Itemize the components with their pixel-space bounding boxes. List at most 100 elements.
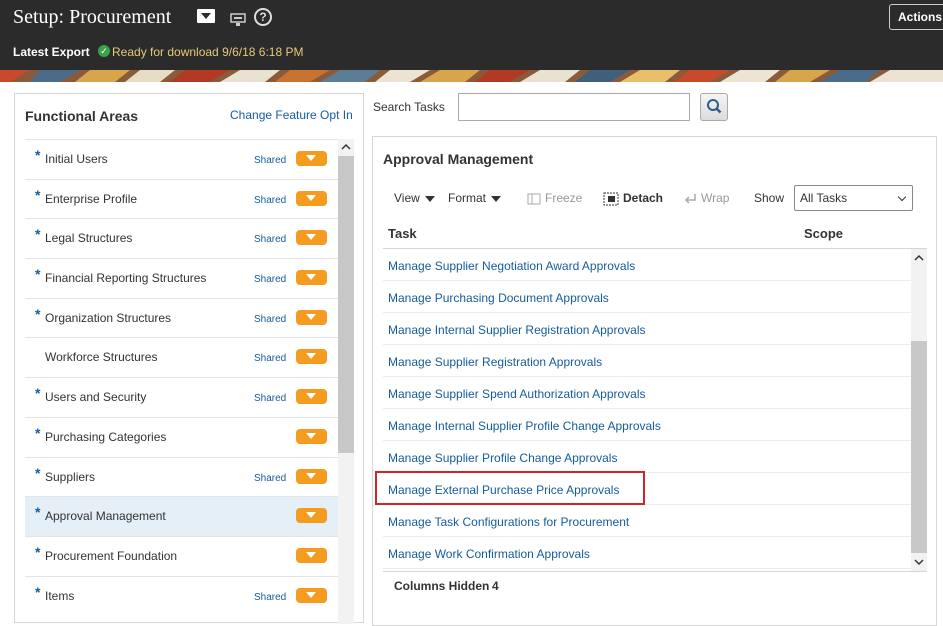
format-label: Format [448, 191, 487, 205]
required-indicator: * [35, 385, 41, 402]
chevron-down-icon [424, 195, 435, 202]
functional-areas-title: Functional Areas [25, 108, 139, 124]
functional-area-item[interactable]: * Procurement Foundation [25, 535, 338, 576]
functional-area-item[interactable]: * Legal Structures Shared [25, 218, 338, 258]
search-tasks-input[interactable] [458, 93, 690, 121]
shared-badge: Shared [254, 194, 287, 206]
actions-button[interactable]: Actions [889, 4, 943, 30]
required-indicator: * [35, 424, 41, 441]
task-link[interactable]: Manage Supplier Spend Authorization Appr… [388, 387, 646, 401]
title-dropdown-button[interactable] [197, 9, 215, 23]
show-label: Show [754, 191, 785, 205]
scrollbar-thumb[interactable] [911, 341, 927, 553]
required-indicator: * [35, 543, 41, 560]
table-footer: Columns Hidden 4 [383, 571, 927, 601]
area-actions-dropdown[interactable] [296, 587, 327, 603]
functional-area-label: Approval Management [45, 509, 166, 524]
task-link[interactable]: Manage Supplier Profile Change Approvals [388, 451, 617, 465]
columns-hidden-count: 4 [492, 579, 499, 593]
columns-hidden-label: Columns Hidden [394, 579, 490, 593]
freeze-icon [527, 193, 541, 205]
required-indicator: * [35, 583, 41, 600]
table-row: Manage Supplier Spend Authorization Appr… [383, 377, 911, 409]
freeze-label: Freeze [545, 191, 583, 205]
area-actions-dropdown[interactable] [296, 230, 327, 246]
check-icon: ✓ [98, 45, 110, 57]
detach-icon [603, 192, 619, 206]
shared-badge: Shared [254, 393, 287, 405]
task-link[interactable]: Manage Supplier Registration Approvals [388, 355, 602, 369]
wrap-icon [684, 193, 696, 204]
functional-area-item[interactable]: * Financial Reporting Structures Shared [25, 258, 338, 298]
scroll-up-icon[interactable] [341, 142, 351, 152]
functional-area-item[interactable]: * Purchasing Categories [25, 416, 338, 457]
area-actions-dropdown[interactable] [296, 151, 327, 166]
highlight-box [375, 471, 645, 505]
functional-area-item[interactable]: * Users and Security Shared [25, 377, 338, 417]
table-row: Manage Supplier Negotiation Award Approv… [383, 249, 911, 281]
table-row: Manage Internal Supplier Registration Ap… [383, 313, 911, 345]
column-header-task[interactable]: Task [388, 226, 417, 241]
scrollbar-thumb[interactable] [338, 156, 354, 453]
wrap-button[interactable]: Wrap [683, 191, 729, 205]
functional-area-label: Initial Users [45, 152, 108, 166]
export-status-link[interactable]: Ready for download 9/6/18 6:18 PM [112, 45, 303, 59]
task-link[interactable]: Manage Internal Supplier Profile Change … [388, 419, 661, 433]
scroll-up-icon[interactable] [911, 251, 927, 265]
column-header-scope[interactable]: Scope [804, 226, 843, 241]
required-indicator: * [35, 186, 41, 203]
table-body: Manage Supplier Negotiation Award Approv… [383, 249, 911, 571]
area-actions-dropdown[interactable] [296, 190, 327, 206]
table-toolbar: View Format Freeze Detach Wrap Show All … [383, 185, 923, 211]
functional-area-item[interactable]: Workforce Structures Shared [25, 337, 338, 377]
required-indicator: * [35, 464, 41, 481]
task-link[interactable]: Manage Internal Supplier Registration Ap… [388, 323, 645, 337]
task-link[interactable]: Manage Task Configurations for Procureme… [388, 515, 629, 529]
functional-area-label: Items [45, 588, 75, 603]
format-menu[interactable]: Format [448, 191, 502, 205]
required-indicator: * [35, 504, 41, 521]
area-actions-dropdown[interactable] [296, 468, 327, 484]
functional-area-label: Legal Structures [45, 231, 133, 246]
show-select[interactable]: All Tasks [794, 185, 913, 211]
area-actions-dropdown[interactable] [296, 389, 327, 405]
table-row: Manage Work Confirmation Approvals [383, 537, 911, 569]
search-icon [707, 99, 722, 114]
required-indicator: * [35, 266, 41, 283]
view-label: View [394, 191, 420, 205]
area-actions-dropdown[interactable] [296, 309, 327, 325]
help-icon[interactable]: ? [254, 8, 272, 26]
scroll-down-icon[interactable] [911, 555, 927, 569]
view-menu[interactable]: View [394, 191, 435, 205]
search-button[interactable] [700, 93, 728, 121]
area-actions-dropdown[interactable] [296, 428, 327, 444]
task-link[interactable]: Manage Supplier Negotiation Award Approv… [388, 259, 635, 273]
table-row: Manage Supplier Registration Approvals [383, 345, 911, 377]
notification-icon[interactable] [230, 13, 246, 27]
area-actions-dropdown[interactable] [296, 508, 327, 524]
freeze-button[interactable]: Freeze [527, 191, 582, 205]
required-indicator: * [35, 305, 41, 322]
chevron-down-icon [491, 195, 502, 202]
shared-badge: Shared [254, 591, 287, 603]
functional-areas-scrollbar[interactable] [338, 139, 354, 624]
functional-area-item[interactable]: * Approval Management [25, 496, 338, 536]
area-actions-dropdown[interactable] [296, 349, 327, 365]
functional-area-item[interactable]: * Enterprise Profile Shared [25, 178, 338, 219]
functional-area-item[interactable]: * Suppliers Shared [25, 456, 338, 497]
shared-badge: Shared [254, 274, 287, 286]
area-actions-dropdown[interactable] [296, 270, 327, 286]
functional-areas-panel: Functional Areas Change Feature Opt In *… [14, 93, 364, 624]
wrap-label: Wrap [701, 191, 730, 205]
functional-area-item[interactable]: * Items Shared [25, 575, 338, 616]
functional-area-item[interactable]: * Initial Users Shared [25, 139, 338, 179]
change-feature-opt-in-link[interactable]: Change Feature Opt In [230, 108, 353, 122]
task-link[interactable]: Manage Work Confirmation Approvals [388, 547, 590, 561]
shared-badge: Shared [254, 313, 287, 325]
area-actions-dropdown[interactable] [296, 547, 327, 563]
task-link[interactable]: Manage Purchasing Document Approvals [388, 291, 609, 305]
table-row: Manage Supplier Profile Change Approvals [383, 441, 911, 473]
table-scrollbar[interactable] [911, 249, 927, 571]
functional-area-item[interactable]: * Organization Structures Shared [25, 297, 338, 338]
detach-button[interactable]: Detach [603, 191, 663, 206]
